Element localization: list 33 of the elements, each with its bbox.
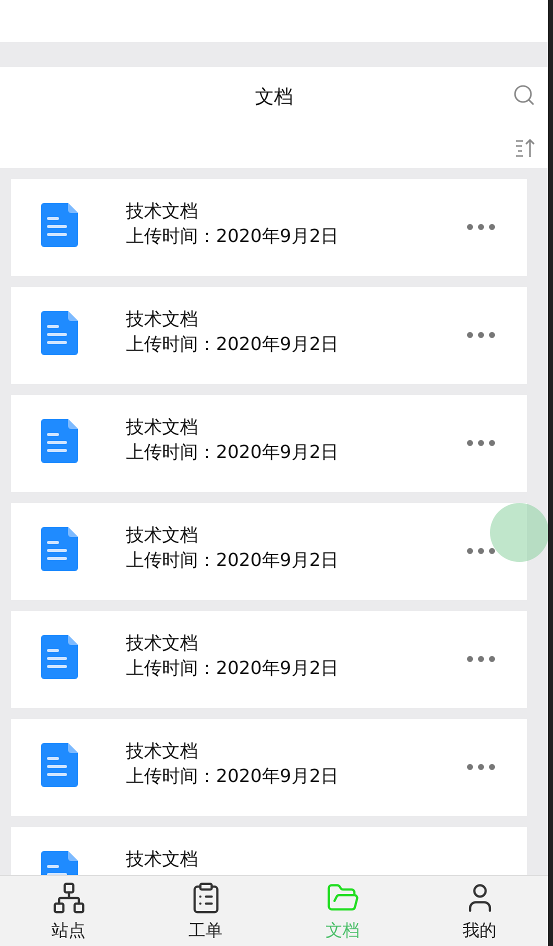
- document-card[interactable]: 技术文档: [11, 827, 527, 875]
- sort-button[interactable]: [514, 137, 536, 159]
- nav-tab[interactable]: 站点: [0, 876, 137, 946]
- upload-date: 上传时间：2020年9月2日: [126, 226, 340, 247]
- document-icon: [41, 419, 78, 463]
- upload-date: 上传时间：2020年9月2日: [126, 658, 340, 679]
- upload-date: 上传时间：2020年9月2日: [126, 442, 340, 463]
- document-title: 技术文档: [126, 309, 199, 330]
- document-title: 技术文档: [126, 201, 199, 222]
- document-card[interactable]: 技术文档 上传时间：2020年9月2日: [11, 719, 527, 816]
- document-title: 技术文档: [126, 741, 199, 762]
- document-title: 技术文档: [126, 525, 199, 546]
- upload-date: 上传时间：2020年9月2日: [126, 550, 340, 571]
- upload-date: 上传时间：2020年9月2日: [126, 766, 340, 787]
- document-icon: [41, 311, 78, 355]
- search-button[interactable]: [512, 83, 536, 107]
- document-card[interactable]: 技术文档 上传时间：2020年9月2日: [11, 287, 527, 384]
- nav-tab[interactable]: 工单: [137, 876, 274, 946]
- document-title: 技术文档: [126, 417, 199, 438]
- document-title: 技术文档: [126, 849, 199, 870]
- document-icon: [41, 527, 78, 571]
- document-icon: [41, 203, 78, 247]
- upload-date: 上传时间：2020年9月2日: [126, 334, 340, 355]
- document-card[interactable]: 技术文档 上传时间：2020年9月2日: [11, 179, 527, 276]
- document-card[interactable]: 技术文档 上传时间：2020年9月2日: [11, 503, 527, 600]
- document-icon: [41, 743, 78, 787]
- document-title: 技术文档: [126, 633, 199, 654]
- document-card[interactable]: 技术文档 上传时间：2020年9月2日: [11, 611, 527, 708]
- document-card[interactable]: 技术文档 上传时间：2020年9月2日: [11, 395, 527, 492]
- page-title: 文档: [255, 85, 293, 110]
- document-icon: [41, 635, 78, 679]
- nav-tab[interactable]: 我的: [411, 876, 548, 946]
- sitemap-icon: [52, 880, 86, 914]
